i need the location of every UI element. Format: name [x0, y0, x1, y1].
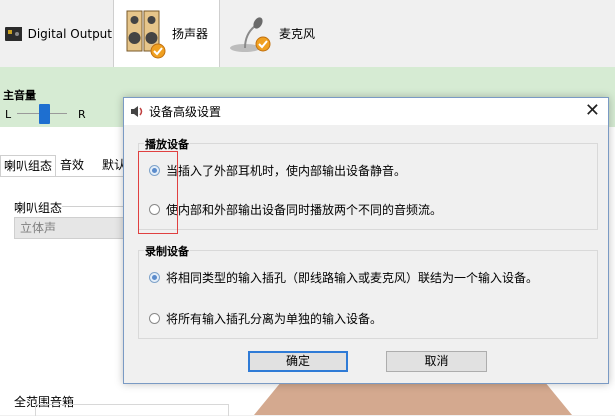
radio-dual-stream[interactable]: 使内部和外部输出设备同时播放两个不同的音频流。 [149, 201, 442, 218]
microphone-device-icon [230, 16, 271, 52]
speaker-config-select[interactable]: 立体声 [14, 217, 126, 239]
radio-label: 将相同类型的输入插孔（即线路输入或麦克风）联结为一个输入设备。 [166, 271, 539, 285]
highlight-box [138, 151, 178, 234]
dialog-title-bar: 设备高级设置 ✕ [124, 98, 608, 125]
group-divider [62, 206, 124, 207]
balance-slider-thumb[interactable] [39, 104, 50, 124]
radio-combine-inputs[interactable]: 将相同类型的输入插孔（即线路输入或麦克风）联结为一个输入设备。 [149, 269, 538, 286]
radio-separate-inputs[interactable]: 将所有输入插孔分离为单独的输入设备。 [149, 310, 382, 327]
radio-label: 当插入了外部耳机时，使内部输出设备静音。 [166, 164, 407, 178]
radio-mute-internal[interactable]: 当插入了外部耳机时，使内部输出设备静音。 [149, 162, 406, 179]
balance-left-label: L [5, 108, 12, 121]
advanced-settings-dialog: 设备高级设置 ✕ 播放设备 当插入了外部耳机时，使内部输出设备静音。 使内部和外… [123, 97, 609, 384]
device-tab-label: 扬声器 [172, 27, 209, 41]
tab-effects[interactable]: 音效 [57, 155, 97, 176]
master-volume-label: 主音量 [3, 89, 36, 102]
balance-right-label: R [78, 108, 86, 121]
speaker-device-icon [126, 10, 166, 58]
tab-divider [0, 176, 125, 177]
speaker-icon [131, 106, 143, 117]
record-group-title: 录制设备 [144, 243, 190, 259]
cancel-button[interactable]: 取消 [386, 351, 487, 372]
device-tab-bar: Digital Output 扬声器 麦克风 [0, 0, 615, 68]
dialog-title: 设备高级设置 [149, 105, 222, 119]
digital-output-device-icon [5, 26, 22, 41]
device-tab-label: 麦克风 [279, 27, 316, 41]
radio-label: 使内部和外部输出设备同时播放两个不同的音频流。 [166, 203, 443, 217]
radio-button[interactable] [149, 313, 160, 324]
close-icon[interactable]: ✕ [585, 100, 600, 122]
playback-group-title: 播放设备 [144, 136, 190, 152]
full-range-group [35, 404, 229, 416]
speaker-config-group-label: 喇叭组态 [14, 201, 63, 215]
device-tab-speaker[interactable]: 扬声器 [113, 0, 220, 68]
device-tab-label: Digital Output [27, 26, 112, 41]
radio-label: 将所有输入插孔分离为单独的输入设备。 [166, 312, 383, 326]
device-tab-digital-output[interactable]: Digital Output [0, 0, 112, 67]
radio-button-checked[interactable] [149, 272, 160, 283]
tab-speaker-config[interactable]: 喇叭组态 [0, 155, 56, 176]
device-tab-microphone[interactable]: 麦克风 [222, 0, 322, 67]
speaker-illustration [254, 384, 572, 415]
ok-button[interactable]: 确定 [248, 351, 348, 372]
